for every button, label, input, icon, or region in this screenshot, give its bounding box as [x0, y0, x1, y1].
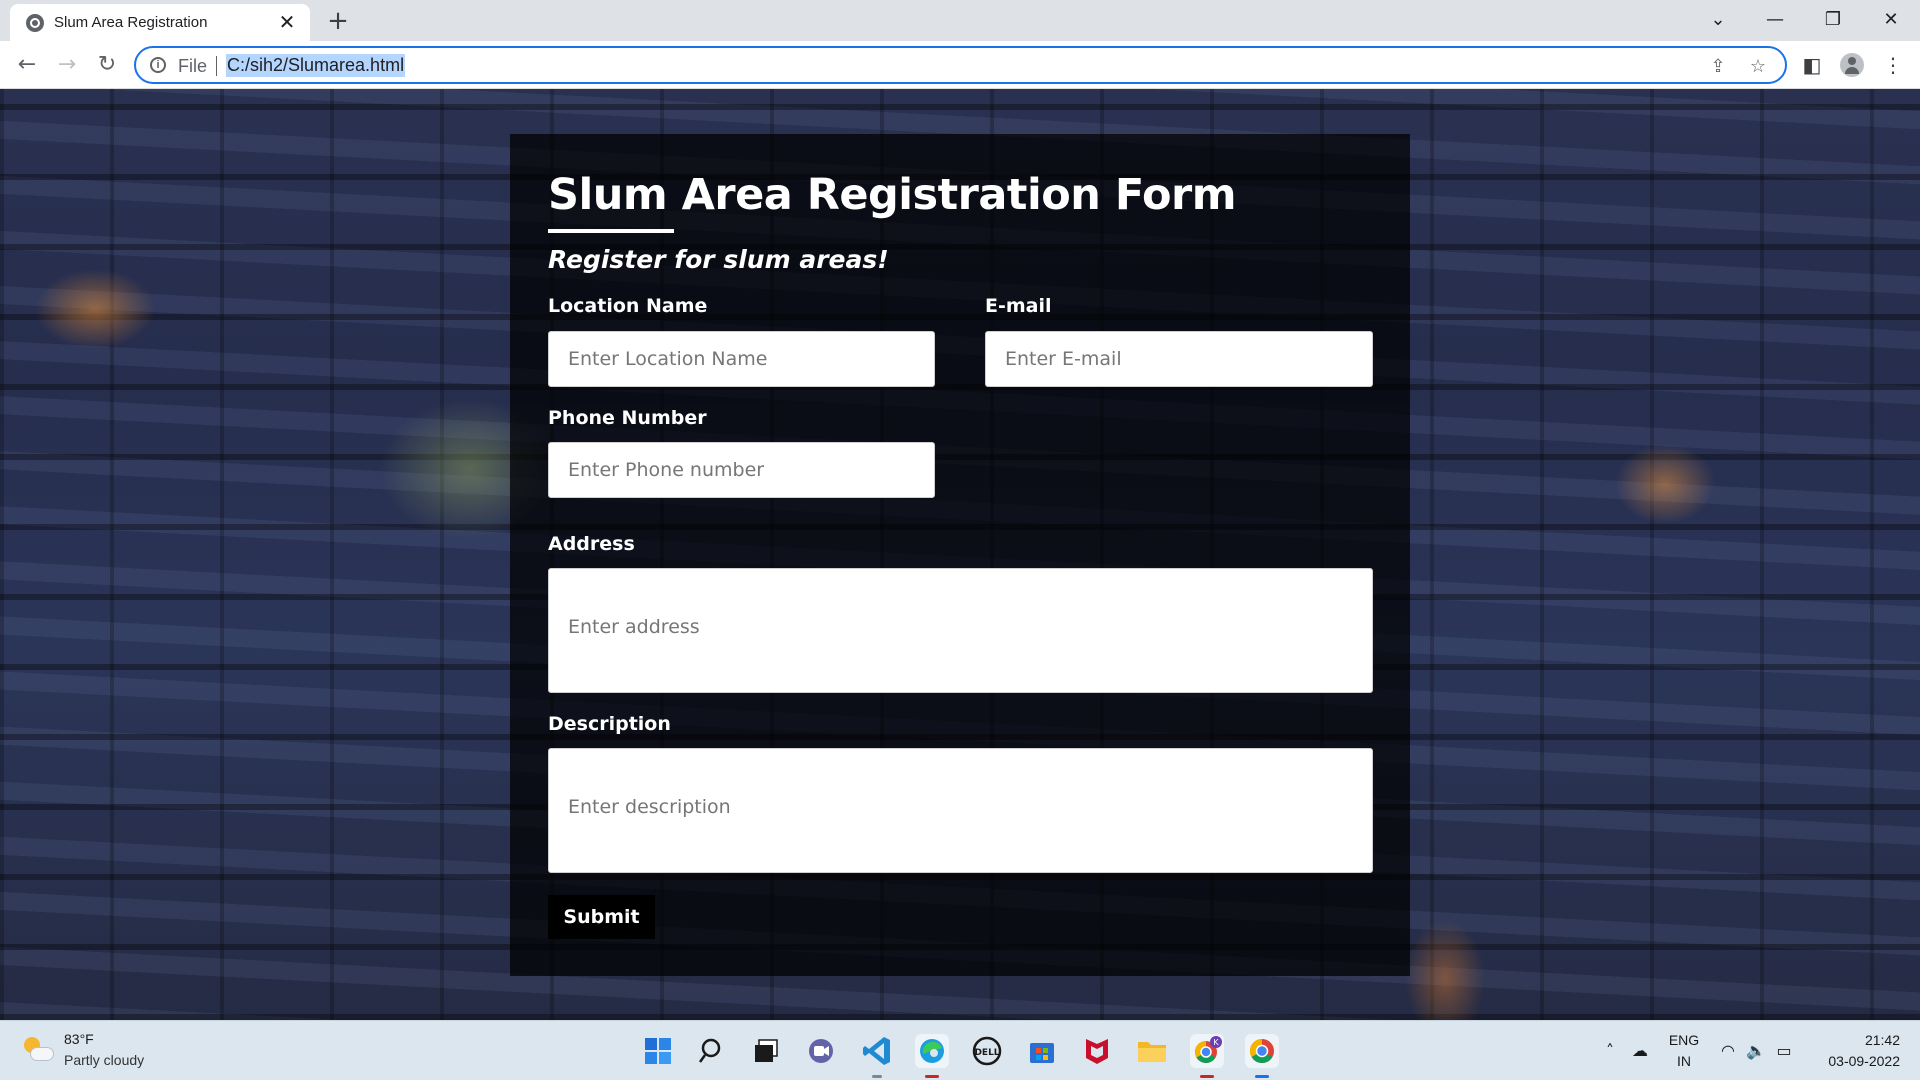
- dell-icon[interactable]: DELL: [970, 1034, 1004, 1068]
- description-textarea[interactable]: [548, 748, 1373, 873]
- email-label: E-mail: [985, 295, 1052, 317]
- mcafee-icon[interactable]: [1080, 1034, 1114, 1068]
- chrome-icon[interactable]: [1245, 1034, 1279, 1068]
- email-input[interactable]: [985, 331, 1373, 387]
- url-scheme-label: File: [178, 56, 208, 76]
- phone-number-label: Phone Number: [548, 407, 707, 429]
- forward-arrow-icon[interactable]: →: [52, 50, 82, 80]
- tab-search-chevron-icon[interactable]: ⌄: [1695, 4, 1741, 36]
- address-bar[interactable]: i File C:/sih2/Slumarea.html ⇪ ☆: [134, 46, 1787, 84]
- profile-avatar-icon[interactable]: [1840, 53, 1864, 77]
- language-indicator-line2[interactable]: IN: [1666, 1053, 1702, 1069]
- url-text[interactable]: C:/sih2/Slumarea.html: [226, 54, 406, 77]
- vscode-running-indicator: [872, 1075, 882, 1078]
- browser-toolbar: ← → ↻ i File C:/sih2/Slumarea.html ⇪ ☆ ◧…: [0, 41, 1920, 89]
- tab-title: Slum Area Registration: [54, 14, 208, 31]
- share-icon[interactable]: ⇪: [1708, 57, 1728, 77]
- vscode-icon[interactable]: [860, 1034, 894, 1068]
- browser-tab[interactable]: Slum Area Registration ✕: [10, 4, 310, 41]
- title-underline: [548, 229, 674, 233]
- onedrive-cloud-icon[interactable]: ☁: [1630, 1041, 1650, 1061]
- edge-icon[interactable]: [915, 1034, 949, 1068]
- submit-button[interactable]: Submit: [548, 895, 655, 939]
- bookmark-star-icon[interactable]: ☆: [1748, 57, 1768, 77]
- side-panel-icon[interactable]: ◧: [1800, 53, 1824, 77]
- show-hidden-icons-chevron-icon[interactable]: ˄: [1600, 1041, 1620, 1061]
- form-subtitle: Register for slum areas!: [548, 245, 889, 274]
- location-name-input[interactable]: [548, 331, 935, 387]
- registration-form-panel: Slum Area Registration Form Register for…: [510, 134, 1410, 976]
- volume-icon[interactable]: 🔈: [1746, 1041, 1766, 1061]
- reload-icon[interactable]: ↻: [92, 50, 122, 80]
- weather-description[interactable]: Partly cloudy: [64, 1052, 144, 1068]
- microsoft-store-icon[interactable]: [1025, 1034, 1059, 1068]
- location-name-label: Location Name: [548, 295, 708, 317]
- menu-kebab-icon[interactable]: ⋮: [1881, 53, 1905, 77]
- browser-tab-strip: Slum Area Registration ✕ + ⌄ — ❐ ✕: [0, 0, 1920, 41]
- wifi-icon[interactable]: ◠: [1718, 1041, 1738, 1061]
- chrome-active-indicator: [1255, 1075, 1269, 1078]
- svg-text:K: K: [1213, 1038, 1219, 1047]
- url-separator: [216, 56, 217, 76]
- minimize-button[interactable]: —: [1752, 4, 1798, 36]
- chrome-profile-indicator: [1200, 1075, 1214, 1078]
- close-window-button[interactable]: ✕: [1868, 4, 1914, 36]
- clock-date[interactable]: 03-09-2022: [1810, 1053, 1900, 1069]
- globe-icon: [26, 14, 44, 32]
- svg-text:DELL: DELL: [974, 1048, 999, 1058]
- partly-cloudy-icon[interactable]: [24, 1037, 54, 1063]
- restore-button[interactable]: ❐: [1810, 4, 1856, 36]
- close-tab-icon[interactable]: ✕: [276, 11, 298, 33]
- task-view-icon[interactable]: [750, 1034, 784, 1068]
- back-arrow-icon[interactable]: ←: [12, 50, 42, 80]
- edge-active-indicator: [925, 1075, 939, 1078]
- windows-taskbar: 83°F Partly cloudy DELL K ˄ ☁ ENG IN ◠ 🔈…: [0, 1020, 1920, 1080]
- phone-number-input[interactable]: [548, 442, 935, 498]
- search-icon[interactable]: [696, 1034, 730, 1068]
- site-info-icon[interactable]: i: [150, 57, 166, 73]
- address-label: Address: [548, 533, 635, 555]
- page-background: Slum Area Registration Form Register for…: [0, 89, 1920, 1020]
- start-icon[interactable]: [641, 1034, 675, 1068]
- language-indicator-line1[interactable]: ENG: [1666, 1032, 1702, 1048]
- form-title: Slum Area Registration Form: [548, 170, 1237, 220]
- teams-chat-icon[interactable]: [804, 1034, 838, 1068]
- clock-time[interactable]: 21:42: [1810, 1032, 1900, 1048]
- chrome-profile-icon[interactable]: K: [1190, 1034, 1224, 1068]
- new-tab-button[interactable]: +: [324, 8, 352, 36]
- file-explorer-icon[interactable]: [1135, 1034, 1169, 1068]
- weather-temperature[interactable]: 83°F: [64, 1031, 94, 1047]
- description-label: Description: [548, 713, 671, 735]
- battery-icon[interactable]: ▭: [1774, 1041, 1794, 1061]
- address-textarea[interactable]: [548, 568, 1373, 693]
